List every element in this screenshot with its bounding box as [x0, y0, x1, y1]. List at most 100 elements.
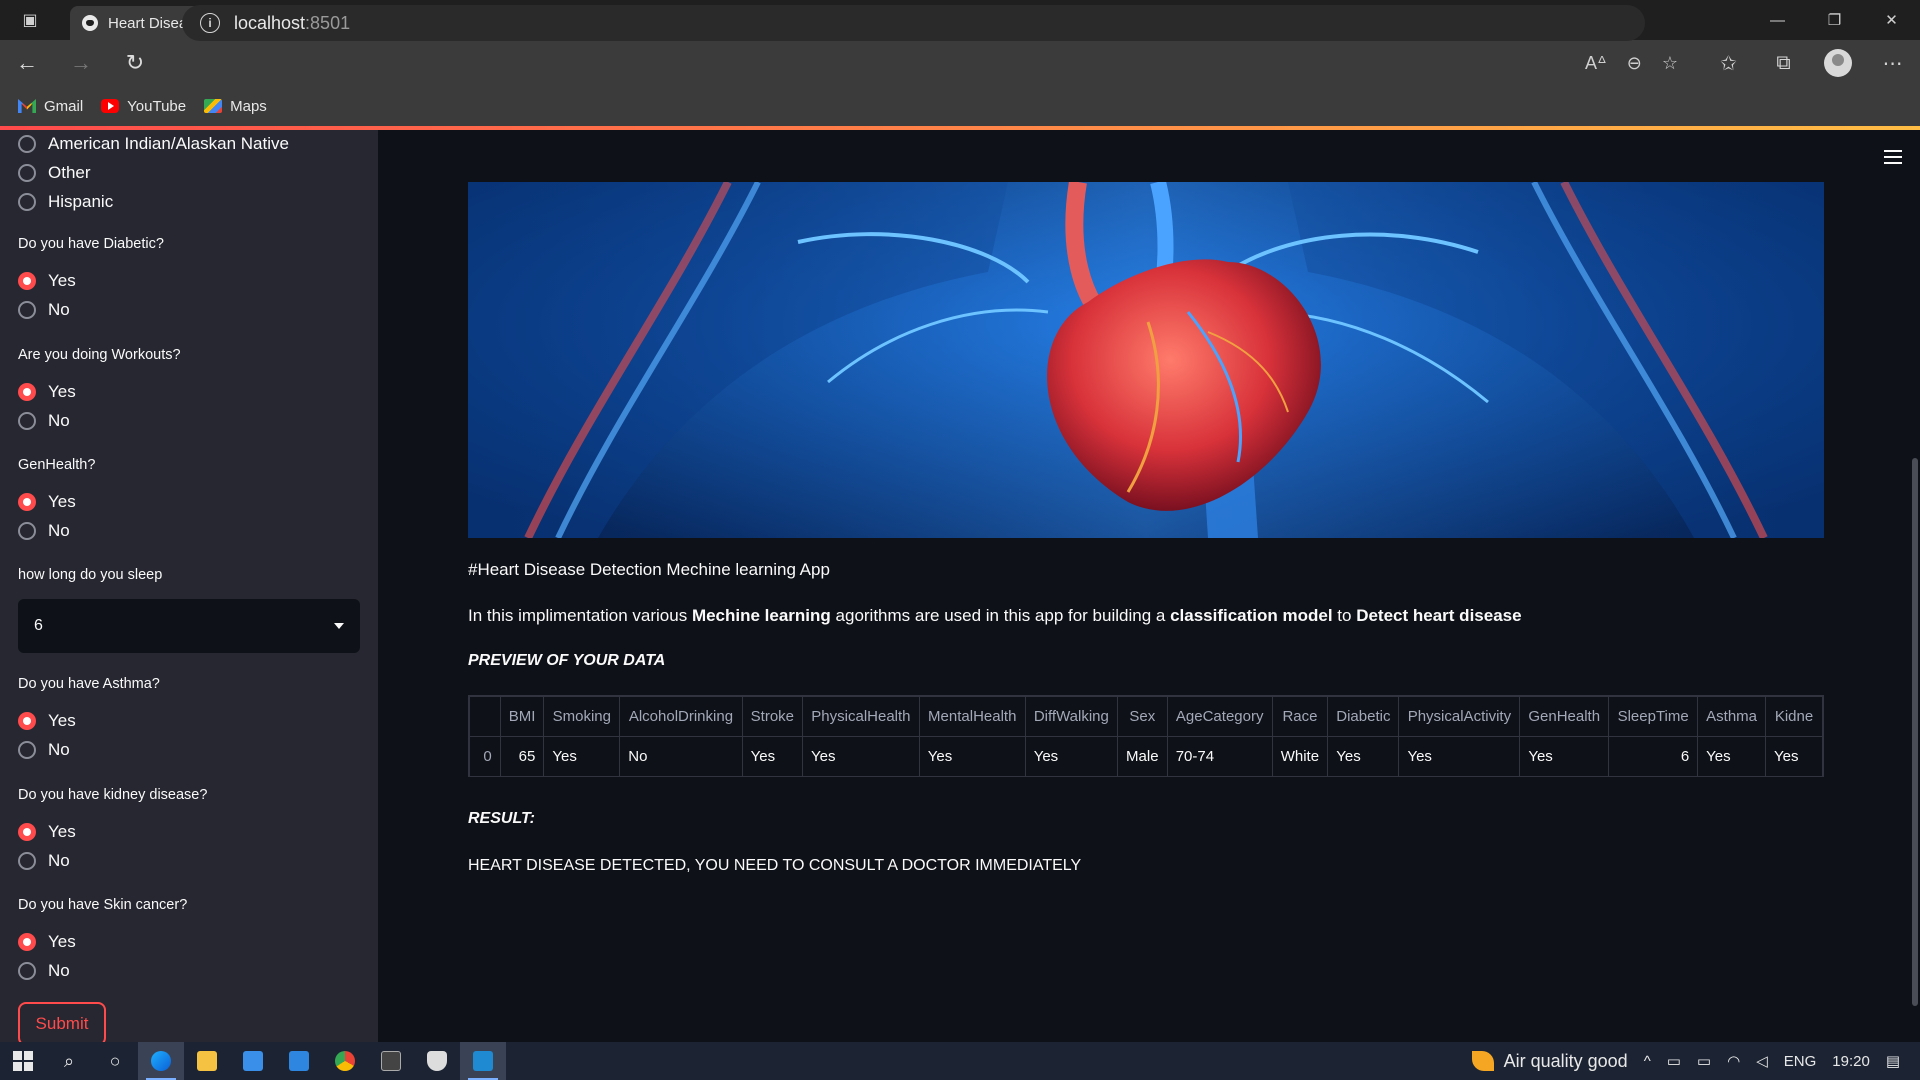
table-header[interactable]: MentalHealth — [918, 696, 1026, 737]
table-cell: Yes — [1398, 736, 1521, 776]
radio-option-genhealth-no[interactable]: No — [18, 519, 70, 543]
radio-option-skin-cancer-no[interactable]: No — [18, 959, 70, 983]
volume-icon[interactable]: ◁ — [1756, 1052, 1768, 1070]
start-button[interactable] — [0, 1042, 46, 1080]
radio-option-diabetic-no[interactable]: No — [18, 298, 70, 322]
clock[interactable]: 19:20 — [1832, 1053, 1870, 1070]
table-header[interactable]: AgeCategory — [1166, 696, 1273, 737]
select-value: 6 — [34, 617, 43, 634]
scrollbar[interactable] — [1912, 458, 1918, 1006]
preview-heading: PREVIEW OF YOUR DATA — [468, 652, 666, 669]
weather-widget[interactable]: Air quality good — [1471, 1051, 1628, 1072]
tab-actions-icon[interactable]: ▣ — [0, 0, 60, 40]
collections-icon[interactable]: ⧉ — [1756, 52, 1811, 75]
chrome-icon[interactable] — [322, 1042, 368, 1080]
table-header[interactable]: Sex — [1117, 696, 1168, 737]
app-title-text: #Heart Disease Detection Mechine learnin… — [468, 560, 830, 579]
desc-bold: Detect heart disease — [1356, 606, 1522, 625]
youtube-icon — [101, 99, 120, 113]
radio-label: Yes — [48, 271, 76, 290]
favorites-icon[interactable]: ✩ — [1701, 51, 1756, 76]
more-menu-icon[interactable]: ⋯ — [1865, 51, 1920, 76]
radio-option-asthma-yes[interactable]: Yes — [18, 709, 76, 733]
sleep-select[interactable]: 6 — [18, 599, 360, 653]
submit-button[interactable]: Submit — [18, 1002, 106, 1042]
radio-option-race[interactable]: Other — [18, 161, 91, 185]
radio-option-race[interactable]: American Indian/Alaskan Native — [18, 132, 289, 156]
radio-option-genhealth-yes[interactable]: Yes — [18, 490, 76, 514]
security-icon[interactable] — [414, 1042, 460, 1080]
zoom-out-icon[interactable]: ⊖ — [1627, 53, 1642, 74]
radio-icon — [18, 962, 36, 980]
table-cell: Yes — [802, 736, 920, 776]
app-description: In this implimentation various Mechine l… — [468, 606, 1522, 626]
terminal-icon[interactable] — [368, 1042, 414, 1080]
table-header[interactable]: SleepTime — [1608, 696, 1699, 737]
desc-bold: Mechine learning — [691, 606, 831, 625]
radio-option-kidney-yes[interactable]: Yes — [18, 820, 76, 844]
table-header[interactable]: GenHealth — [1519, 696, 1610, 737]
bookmark-maps[interactable]: Maps — [204, 98, 267, 115]
radio-option-workouts-no[interactable]: No — [18, 409, 70, 433]
radio-option-skin-cancer-yes[interactable]: Yes — [18, 930, 76, 954]
table-header[interactable]: PhysicalHealth — [802, 696, 920, 737]
window-controls: — ❐ ✕ — [1749, 0, 1920, 40]
radio-option-asthma-no[interactable]: No — [18, 738, 70, 762]
radio-option-kidney-no[interactable]: No — [18, 849, 70, 873]
table-header[interactable]: AlcoholDrinking — [619, 696, 743, 737]
radio-selected-icon — [18, 383, 36, 401]
bookmark-youtube[interactable]: YouTube — [101, 98, 186, 115]
radio-label: Yes — [48, 711, 76, 730]
table-cell: No — [619, 736, 743, 776]
bookmark-label: Maps — [230, 97, 267, 115]
table-header[interactable]: Kidne — [1765, 696, 1823, 737]
radio-option-race[interactable]: Hispanic — [18, 190, 113, 214]
dataframe: BMI Smoking AlcoholDrinking Stroke Physi… — [469, 696, 1823, 776]
main-menu-icon[interactable] — [1884, 150, 1902, 164]
search-icon[interactable]: ⌕ — [46, 1042, 92, 1080]
mail-icon[interactable] — [276, 1042, 322, 1080]
table-header[interactable]: Diabetic — [1327, 696, 1400, 737]
address-bar[interactable]: i localhost:8501 — [182, 5, 1645, 41]
forward-icon[interactable]: → — [54, 40, 108, 86]
table-header[interactable]: DiffWalking — [1024, 696, 1119, 737]
read-aloud-icon[interactable]: A͏ᐞ — [1585, 53, 1607, 74]
vscode-icon[interactable] — [460, 1042, 506, 1080]
edge-taskbar-icon[interactable] — [138, 1042, 184, 1080]
radio-option-workouts-yes[interactable]: Yes — [18, 380, 76, 404]
cortana-icon[interactable]: ○ — [92, 1042, 138, 1080]
language-indicator[interactable]: ENG — [1784, 1053, 1817, 1070]
site-info-icon[interactable]: i — [200, 13, 220, 33]
table-header[interactable]: Smoking — [543, 696, 621, 737]
close-window-icon[interactable]: ✕ — [1863, 0, 1920, 40]
bookmark-gmail[interactable]: Gmail — [18, 98, 83, 115]
minimize-icon[interactable]: — — [1749, 0, 1806, 40]
reload-icon[interactable]: ↻ — [108, 40, 162, 86]
file-explorer-icon[interactable] — [184, 1042, 230, 1080]
table-header[interactable]: Asthma — [1697, 696, 1767, 737]
table-header[interactable]: Stroke — [741, 696, 804, 737]
battery-icon[interactable]: ▭ — [1697, 1052, 1711, 1070]
table-header[interactable]: Race — [1271, 696, 1329, 737]
table-header[interactable]: BMI — [499, 696, 545, 737]
radio-label: Yes — [48, 822, 76, 841]
store-icon[interactable] — [230, 1042, 276, 1080]
table-cell: Yes — [543, 736, 621, 776]
chevron-up-icon[interactable]: ^ — [1644, 1053, 1651, 1070]
radio-selected-icon — [18, 712, 36, 730]
add-favorite-icon[interactable]: ☆ — [1662, 53, 1678, 74]
windows-logo-icon — [13, 1051, 33, 1071]
data-preview-table[interactable]: BMI Smoking AlcoholDrinking Stroke Physi… — [468, 695, 1824, 777]
meet-now-icon[interactable]: ▭ — [1667, 1052, 1681, 1070]
table-cell: 65 — [499, 736, 545, 776]
back-icon[interactable]: ← — [0, 40, 54, 86]
wifi-icon[interactable]: ◠ — [1727, 1052, 1740, 1070]
radio-option-diabetic-yes[interactable]: Yes — [18, 269, 76, 293]
notifications-icon[interactable]: ▤ — [1886, 1052, 1900, 1070]
table-header[interactable]: PhysicalActivity — [1398, 696, 1521, 737]
bookmark-label: Gmail — [44, 97, 84, 115]
restore-icon[interactable]: ❐ — [1806, 0, 1863, 40]
radio-label: Yes — [48, 382, 76, 401]
table-cell: 0 — [469, 736, 501, 776]
profile-avatar-icon[interactable] — [1824, 49, 1852, 77]
